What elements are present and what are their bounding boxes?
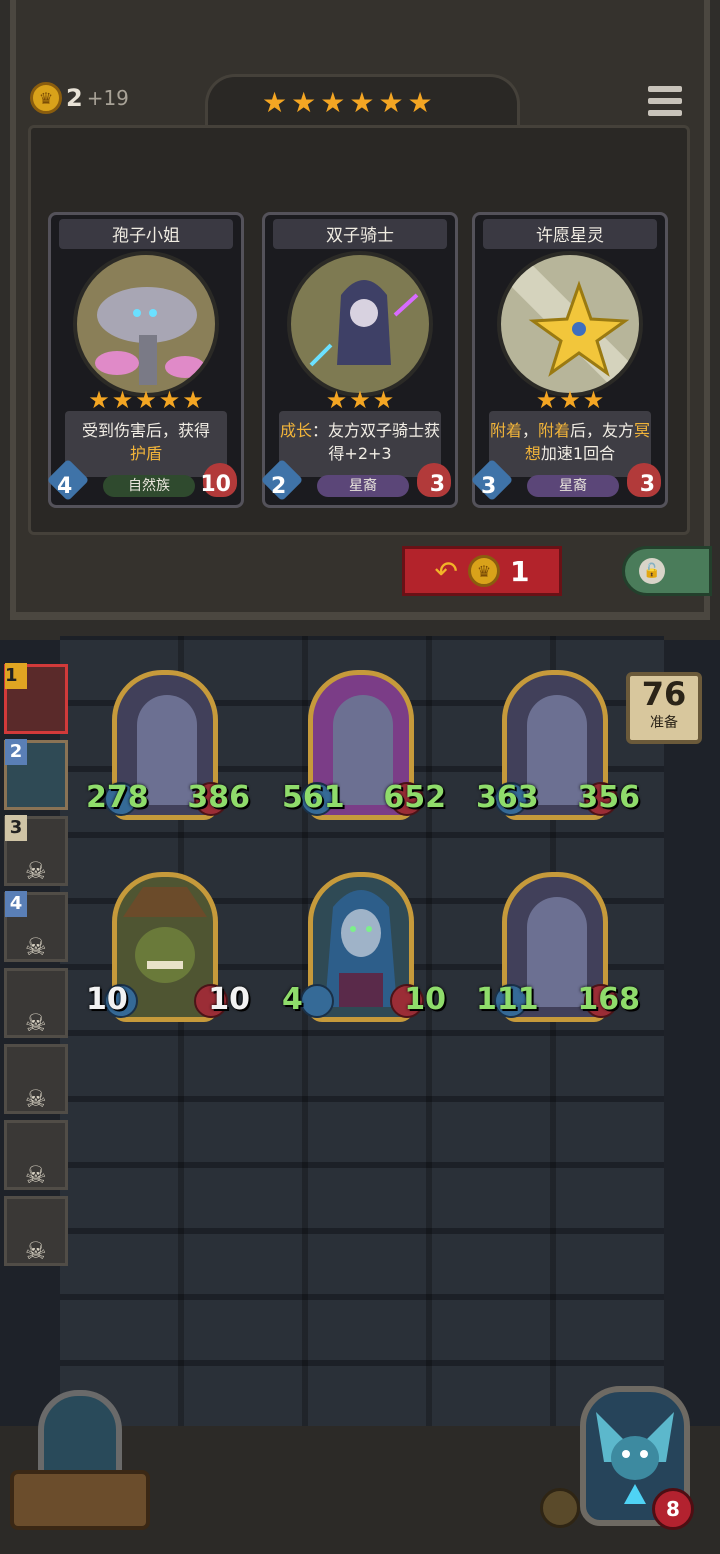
minion-health: 356 — [577, 780, 640, 815]
card-health: 3 — [429, 472, 445, 497]
minion-health: 10 — [208, 982, 250, 1017]
desc-keyword: 附着 — [489, 421, 522, 440]
player-slot-1[interactable]: 1 — [4, 663, 68, 734]
card-name: 双子骑士 — [326, 226, 394, 246]
shop-card-spore-lady[interactable]: 孢子小姐 ★ ★ ★ ★ ★ 受到伤害后，获得 护盾 4 自然族 10 — [46, 212, 244, 508]
hero-power-button[interactable] — [540, 1488, 580, 1528]
menu-bar — [648, 86, 682, 92]
board-minion-2[interactable]: 561 652 — [282, 670, 446, 830]
lock-shop-button[interactable]: 🔓 — [622, 546, 712, 596]
board-minion-4[interactable]: 10 10 — [86, 872, 250, 1032]
prep-timer-label: 准备 — [650, 715, 678, 731]
minion-health: 168 — [577, 982, 640, 1017]
menu-bar — [648, 110, 682, 116]
player-slot-2[interactable]: 2 — [4, 739, 68, 810]
menu-button[interactable] — [648, 86, 682, 116]
skull-icon: ☠ — [25, 1237, 47, 1265]
player-slot-6[interactable]: ☠ — [4, 1044, 68, 1114]
minion-attack: 10 — [86, 982, 128, 1017]
shop-card-gemini-knight[interactable]: 双子骑士 ★ ★ ★ 成长：友方双子骑士获得+2+3 2 星裔 3 — [260, 212, 458, 508]
skull-icon: ☠ — [25, 1161, 47, 1189]
desc-text: ， — [521, 421, 538, 440]
player-slot-3[interactable]: 3 ☠ — [4, 815, 68, 886]
player-slot-8[interactable]: ☠ — [4, 1196, 68, 1266]
player-slot-7[interactable]: ☠ — [4, 1120, 68, 1190]
gold-income: +19 — [86, 86, 129, 110]
player-rank: 2 — [5, 739, 27, 765]
desc-keyword: 护盾 — [129, 444, 162, 463]
skull-icon: ☠ — [25, 1085, 47, 1113]
card-description: 成长：友方双子骑士获得+2+3 — [279, 411, 441, 477]
sell-portal-button[interactable] — [10, 1390, 150, 1540]
tavern-tier-stars: ★ ★ ★ ★ ★ ★ — [262, 88, 462, 118]
star-icon: ★ — [407, 86, 433, 119]
minion-attack: 561 — [282, 780, 345, 815]
board-minion-6[interactable]: 111 168 — [476, 872, 640, 1032]
board-minion-3[interactable]: 363 356 — [476, 670, 640, 830]
gold-counter: ♛ 2 +19 — [30, 82, 129, 114]
minion-attack: 278 — [86, 780, 149, 815]
chest-icon — [10, 1470, 150, 1530]
card-health: 10 — [200, 472, 231, 497]
hero-health: 8 — [652, 1488, 694, 1530]
minion-health: 652 — [383, 780, 446, 815]
minion-portrait — [287, 251, 433, 397]
player-list: 1 2 3 ☠ 4 ☠ ☠ ☠ ☠ ☠ — [4, 663, 70, 1272]
desc-keyword: 成长 — [279, 421, 312, 440]
card-attack: 2 — [271, 474, 287, 499]
menu-bar — [648, 98, 682, 104]
desc-text: ：友方双子骑士获得+2+3 — [312, 421, 441, 463]
player-rank: 3 — [5, 815, 27, 841]
card-attack: 4 — [57, 474, 73, 499]
card-attack: 3 — [481, 474, 497, 499]
skull-icon: ☠ — [25, 933, 47, 961]
star-icon: ★ — [349, 86, 375, 119]
prep-timer-value: 76 — [641, 675, 687, 713]
player-slot-4[interactable]: 4 ☠ — [4, 891, 68, 962]
minion-attack: 4 — [282, 982, 303, 1017]
minion-health: 386 — [187, 780, 250, 815]
star-icon: ★ — [320, 86, 346, 119]
skull-icon: ☠ — [25, 857, 47, 885]
lock-icon: 🔓 — [639, 558, 665, 584]
crown-coin-icon: ♛ — [30, 82, 62, 114]
attack-orb-icon — [300, 984, 334, 1018]
card-tribe: 星裔 — [527, 475, 619, 497]
card-name: 孢子小姐 — [112, 226, 180, 246]
skull-icon: ☠ — [25, 1009, 47, 1037]
minion-attack: 111 — [476, 982, 539, 1017]
crown-coin-icon: ♛ — [467, 555, 500, 587]
prep-timer: 76 准备 — [626, 672, 702, 744]
minion-attack: 363 — [476, 780, 539, 815]
desc-text: 加速1回合 — [540, 444, 616, 463]
player-rank: 1 — [5, 663, 27, 689]
minion-portrait — [73, 251, 219, 397]
gold-value: 2 — [66, 84, 83, 112]
card-name: 许愿星灵 — [536, 226, 604, 246]
card-tribe: 自然族 — [103, 475, 195, 497]
hooded-knight-icon — [309, 280, 419, 367]
board-minion-5[interactable]: 4 10 — [282, 872, 446, 1032]
mushroom-creature-icon — [95, 287, 205, 385]
desc-text: 受到伤害后，获得 — [81, 421, 210, 440]
star-spirit-icon — [501, 255, 639, 393]
star-icon: ★ — [262, 86, 288, 119]
player-rank: 4 — [5, 891, 27, 917]
card-health: 3 — [639, 472, 655, 497]
refresh-cost: 1 — [509, 554, 530, 588]
shop-card-wishing-star[interactable]: 许愿星灵 ★ ★ ★ 附着，附着后，友方冥想加速1回合 3 星裔 3 — [470, 212, 668, 508]
card-tribe: 星裔 — [317, 475, 409, 497]
minion-health: 10 — [404, 982, 446, 1017]
desc-keyword: 附着 — [537, 421, 570, 440]
board-minion-1[interactable]: 278 386 — [86, 670, 250, 830]
minion-portrait — [497, 251, 643, 397]
player-slot-5[interactable]: ☠ — [4, 968, 68, 1038]
refresh-arrow-icon: ↶ — [434, 554, 458, 588]
card-description: 受到伤害后，获得 护盾 — [65, 411, 227, 477]
star-icon: ★ — [378, 86, 404, 119]
card-description: 附着，附着后，友方冥想加速1回合 — [489, 411, 651, 477]
star-icon: ★ — [291, 86, 317, 119]
desc-text: 后，友方 — [570, 421, 635, 440]
refresh-shop-button[interactable]: ↶ ♛ 1 — [402, 546, 562, 596]
